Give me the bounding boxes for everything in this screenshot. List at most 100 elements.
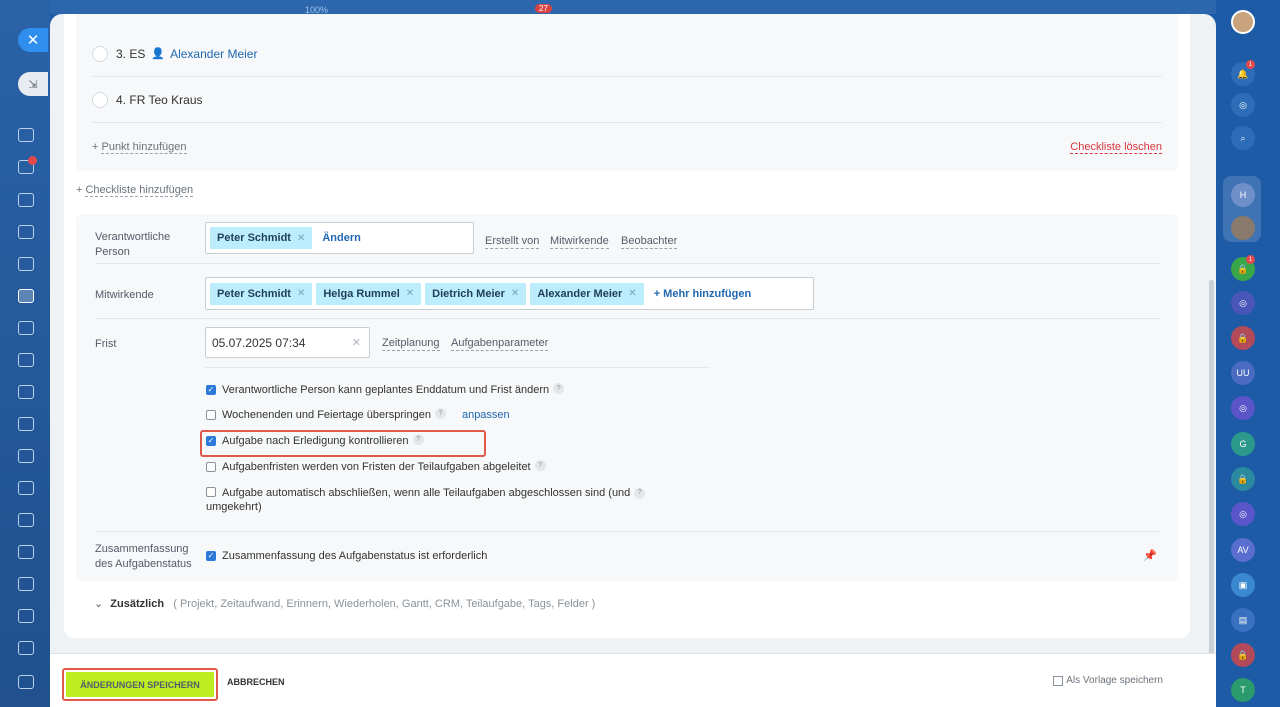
checkbox[interactable] bbox=[206, 410, 216, 420]
help-icon[interactable]: ? bbox=[534, 460, 546, 471]
settings-icon[interactable] bbox=[18, 675, 34, 689]
add-point-link[interactable]: + Punkt hinzufügen bbox=[92, 141, 187, 154]
observers-tab[interactable]: Beobachter bbox=[621, 235, 678, 249]
cancel-button[interactable]: ABBRECHEN bbox=[227, 677, 285, 687]
lock-chat-2-icon[interactable]: 🔒 bbox=[1231, 467, 1255, 491]
option-subtask-deadlines[interactable]: Aufgabenfristen werden von Fristen der T… bbox=[206, 460, 546, 474]
participant-chip[interactable]: Dietrich Meier ✕ bbox=[425, 282, 527, 305]
contacts-icon[interactable] bbox=[18, 225, 34, 239]
contact-avatar-h[interactable]: H bbox=[1231, 183, 1255, 207]
person-icon: 👤 bbox=[151, 48, 166, 60]
participant-chip[interactable]: Peter Schmidt ✕ bbox=[210, 282, 313, 305]
checkbox[interactable] bbox=[206, 462, 216, 472]
participant-chip[interactable]: Helga Rummel ✕ bbox=[316, 282, 422, 305]
copilot-chat-3-icon[interactable]: ◎ bbox=[1231, 502, 1255, 526]
market-icon[interactable] bbox=[18, 545, 34, 559]
close-slider-button[interactable]: ✕ bbox=[18, 28, 48, 52]
background-header: 100% 27 bbox=[50, 0, 1216, 15]
filter-icon[interactable] bbox=[18, 449, 34, 463]
add-checklist-link[interactable]: + Checkliste hinzufügen bbox=[76, 184, 194, 197]
option-change-deadline[interactable]: ✓ Verantwortliche Person kann geplantes … bbox=[206, 383, 565, 397]
sign-icon[interactable] bbox=[18, 609, 34, 623]
participants-field[interactable]: Peter Schmidt ✕ Helga Rummel ✕ Dietrich Me… bbox=[205, 277, 814, 310]
checklist-item[interactable]: 4. FR Teo Kraus bbox=[92, 77, 1162, 123]
checkbox[interactable] bbox=[1053, 675, 1064, 686]
clear-icon[interactable]: ✕ bbox=[352, 336, 361, 349]
lock-chat-icon[interactable]: 🔒 bbox=[1231, 326, 1255, 350]
sites-icon[interactable] bbox=[18, 353, 34, 367]
inbox-icon[interactable] bbox=[18, 481, 34, 495]
copilot-chat-2-icon[interactable]: ◎ bbox=[1231, 396, 1255, 420]
customize-link[interactable]: anpassen bbox=[462, 408, 510, 422]
contact-avatar-av[interactable]: AV bbox=[1231, 538, 1255, 562]
search-icon[interactable]: ⌕ bbox=[1231, 126, 1255, 150]
participants-tab[interactable]: Mitwirkende bbox=[550, 235, 609, 249]
contact-avatar-t[interactable]: T bbox=[1231, 678, 1255, 702]
save-as-template-toggle[interactable]: Als Vorlage speichern bbox=[1053, 675, 1163, 686]
contact-avatar-photo[interactable] bbox=[1231, 216, 1255, 240]
change-responsible-link[interactable]: Ändern bbox=[322, 232, 361, 244]
pin-icon[interactable]: 📌 bbox=[1143, 549, 1157, 562]
remove-icon: ✕ bbox=[628, 288, 637, 299]
divider bbox=[95, 263, 1161, 264]
option-summary-required[interactable]: ✓ Zusammenfassung des Aufgabenstatus ist… bbox=[206, 549, 487, 563]
checklist-item[interactable]: 3. ES 👤 Alexander Meier bbox=[92, 31, 1162, 77]
checklist-block: 3. ES 👤 Alexander Meier 4. FR Teo Kraus … bbox=[76, 14, 1178, 171]
add-more-participants-link[interactable]: + Mehr hinzufügen bbox=[654, 288, 751, 300]
responsible-field[interactable]: Peter Schmidt ✕ Ändern bbox=[205, 222, 474, 254]
scrollbar[interactable] bbox=[1209, 280, 1214, 700]
checkbox[interactable]: ✓ bbox=[206, 385, 216, 395]
deadline-input[interactable]: 05.07.2025 07:34 ✕ bbox=[205, 327, 370, 358]
analytics-icon[interactable] bbox=[18, 385, 34, 399]
option-skip-weekends[interactable]: Wochenenden und Feiertage überspringen? … bbox=[206, 408, 510, 422]
lock-chat-3-icon[interactable]: 🔒 bbox=[1231, 643, 1255, 667]
remove-icon: ✕ bbox=[296, 288, 306, 299]
shop-icon[interactable] bbox=[18, 417, 34, 431]
crm-icon[interactable] bbox=[18, 321, 34, 335]
help-icon[interactable]: ? bbox=[434, 408, 446, 419]
task-form-card: 3. ES 👤 Alexander Meier 4. FR Teo Kraus … bbox=[64, 14, 1190, 638]
chevron-down-icon: ⌄ bbox=[94, 598, 104, 610]
task-parameters-link[interactable]: Aufgabenparameter bbox=[451, 337, 549, 351]
help-icon[interactable]: ? bbox=[634, 487, 646, 499]
checklist-checkbox[interactable] bbox=[92, 91, 108, 108]
option-auto-complete[interactable]: Aufgabe automatisch abschließen, wenn al… bbox=[206, 485, 676, 514]
task-edit-slider: 3. ES 👤 Alexander Meier 4. FR Teo Kraus … bbox=[50, 14, 1216, 707]
responsible-chip[interactable]: Peter Schmidt ✕ bbox=[210, 227, 313, 249]
contact-avatar-g[interactable]: G bbox=[1231, 432, 1255, 456]
documents-icon[interactable] bbox=[18, 257, 34, 271]
chat-bubble-icon[interactable]: ▣ bbox=[1231, 573, 1255, 597]
remove-icon: ✕ bbox=[405, 288, 415, 299]
participant-chip[interactable]: Alexander Meier ✕ bbox=[530, 282, 644, 305]
created-by-tab[interactable]: Erstellt von bbox=[485, 235, 540, 249]
save-changes-button[interactable]: ÄNDERUNGEN SPEICHERN bbox=[62, 668, 218, 701]
lock-badge: 1 bbox=[1246, 255, 1255, 264]
workgroups-icon[interactable] bbox=[18, 513, 34, 527]
user-avatar[interactable] bbox=[1231, 10, 1255, 34]
scheduling-link[interactable]: Zeitplanung bbox=[382, 337, 440, 351]
more-fields-toggle[interactable]: ⌄ Zusätzlich ( Projekt, Zeitaufwand, Eri… bbox=[94, 597, 595, 610]
checklist-person-link[interactable]: Alexander Meier bbox=[170, 47, 257, 61]
feed-icon[interactable] bbox=[18, 128, 34, 142]
contact-avatar-uu[interactable]: UU bbox=[1231, 361, 1255, 385]
checklist-item-text: FR Teo Kraus bbox=[129, 92, 203, 107]
card-icon[interactable]: ▤ bbox=[1231, 608, 1255, 632]
marketplace-icon[interactable] bbox=[18, 641, 34, 655]
deadline-label: Frist bbox=[95, 338, 117, 350]
remove-icon: ✕ bbox=[510, 288, 520, 299]
calendar-icon[interactable] bbox=[18, 193, 34, 207]
participants-label: Mitwirkende bbox=[95, 289, 154, 301]
task-fields-block: Verantwortliche Person Peter Schmidt ✕ Än… bbox=[76, 214, 1178, 581]
background-count-badge: 27 bbox=[535, 4, 552, 13]
checklist-checkbox[interactable] bbox=[92, 45, 108, 62]
automation-icon[interactable] bbox=[18, 577, 34, 591]
collapse-slider-button[interactable]: ⇲ bbox=[18, 72, 48, 96]
checkbox[interactable] bbox=[206, 487, 216, 497]
delete-checklist-link[interactable]: Checkliste löschen bbox=[1070, 141, 1162, 154]
checkbox[interactable]: ✓ bbox=[206, 551, 216, 561]
copilot-icon[interactable]: ◎ bbox=[1231, 93, 1255, 117]
checklist-item-number: 4. bbox=[116, 92, 127, 107]
tasks-icon[interactable] bbox=[18, 289, 34, 303]
copilot-chat-icon[interactable]: ◎ bbox=[1231, 291, 1255, 315]
help-icon[interactable]: ? bbox=[553, 383, 565, 394]
